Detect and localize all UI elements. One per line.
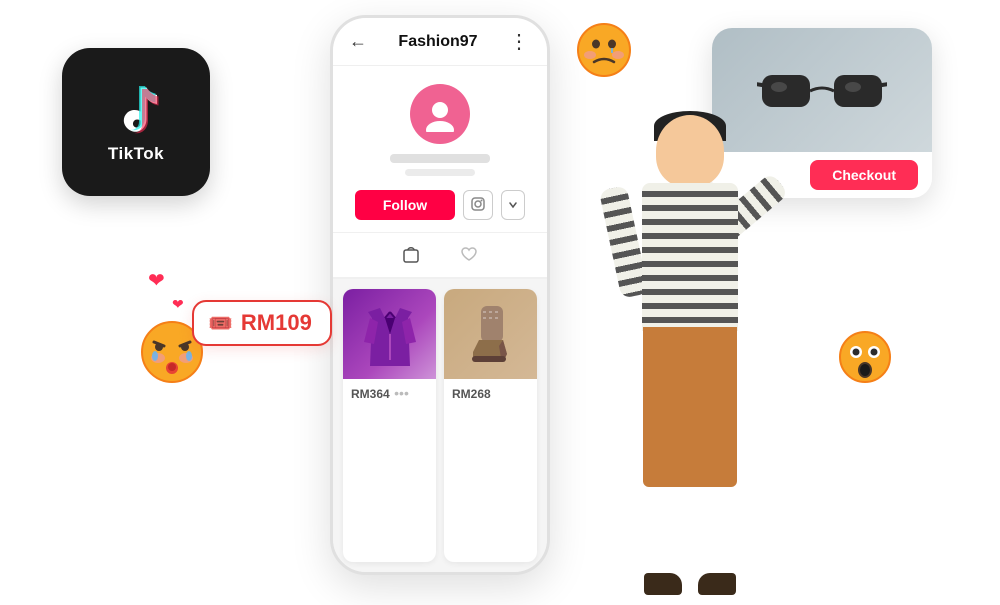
- profile-name-bar: [390, 154, 490, 163]
- phone-tabs: [333, 233, 547, 279]
- instagram-icon: [470, 196, 486, 215]
- scene: TikTok ❤ ❤ ← Fashion97 ⋮: [0, 0, 1000, 605]
- tab-bag-icon[interactable]: [400, 243, 422, 271]
- phone-back-button[interactable]: ←: [349, 31, 367, 52]
- avatar-icon: [422, 96, 458, 132]
- instagram-button[interactable]: [463, 190, 493, 220]
- boots-svg: [463, 302, 519, 366]
- phone-mockup: ← Fashion97 ⋮ Follow: [330, 15, 550, 575]
- person-shoe-left: [644, 573, 682, 595]
- boots-price: RM268: [452, 387, 491, 401]
- price-text: RM109: [241, 310, 312, 336]
- tiktok-label: TikTok: [108, 144, 164, 164]
- product-card-jacket[interactable]: RM364 •••: [343, 289, 436, 562]
- heart-1: ❤: [148, 268, 165, 293]
- ticket-icon: 🎟️: [208, 311, 233, 336]
- follow-button[interactable]: Follow: [355, 190, 455, 220]
- phone-product-grid: RM364 •••: [333, 279, 547, 572]
- tiktok-logo-card: TikTok: [62, 48, 210, 196]
- profile-actions: Follow: [355, 190, 525, 220]
- person-pants: [643, 327, 737, 487]
- price-badge: 🎟️ RM109: [192, 300, 332, 346]
- person-body: [580, 115, 800, 595]
- heart-2: ❤: [172, 296, 184, 313]
- jacket-svg: [360, 298, 420, 370]
- jacket-info: RM364 •••: [343, 379, 436, 409]
- phone-profile-section: Follow: [333, 66, 547, 233]
- jacket-image: [343, 289, 436, 379]
- tab-like-icon[interactable]: [458, 243, 480, 271]
- profile-sub-bar: [405, 169, 475, 176]
- jacket-price: RM364: [351, 387, 390, 401]
- phone-top-bar: ← Fashion97 ⋮: [333, 18, 547, 66]
- person-torso: [642, 183, 738, 331]
- dropdown-button[interactable]: [501, 190, 525, 220]
- emoji-shock: [838, 330, 892, 393]
- emoji-sad: [576, 22, 632, 87]
- phone-title: Fashion97: [398, 33, 477, 51]
- phone-more-button[interactable]: ⋮: [509, 29, 531, 54]
- boots-image: [444, 289, 537, 379]
- jacket-dots: •••: [394, 385, 409, 401]
- tiktok-icon: [106, 80, 166, 140]
- person-head: [656, 115, 724, 187]
- checkout-button[interactable]: Checkout: [810, 160, 918, 190]
- avatar: [410, 84, 470, 144]
- boots-info: RM268: [444, 379, 537, 409]
- product-card-boots[interactable]: RM268: [444, 289, 537, 562]
- person: [580, 115, 800, 595]
- person-shoe-right: [698, 573, 736, 595]
- chevron-down-icon: [508, 200, 518, 210]
